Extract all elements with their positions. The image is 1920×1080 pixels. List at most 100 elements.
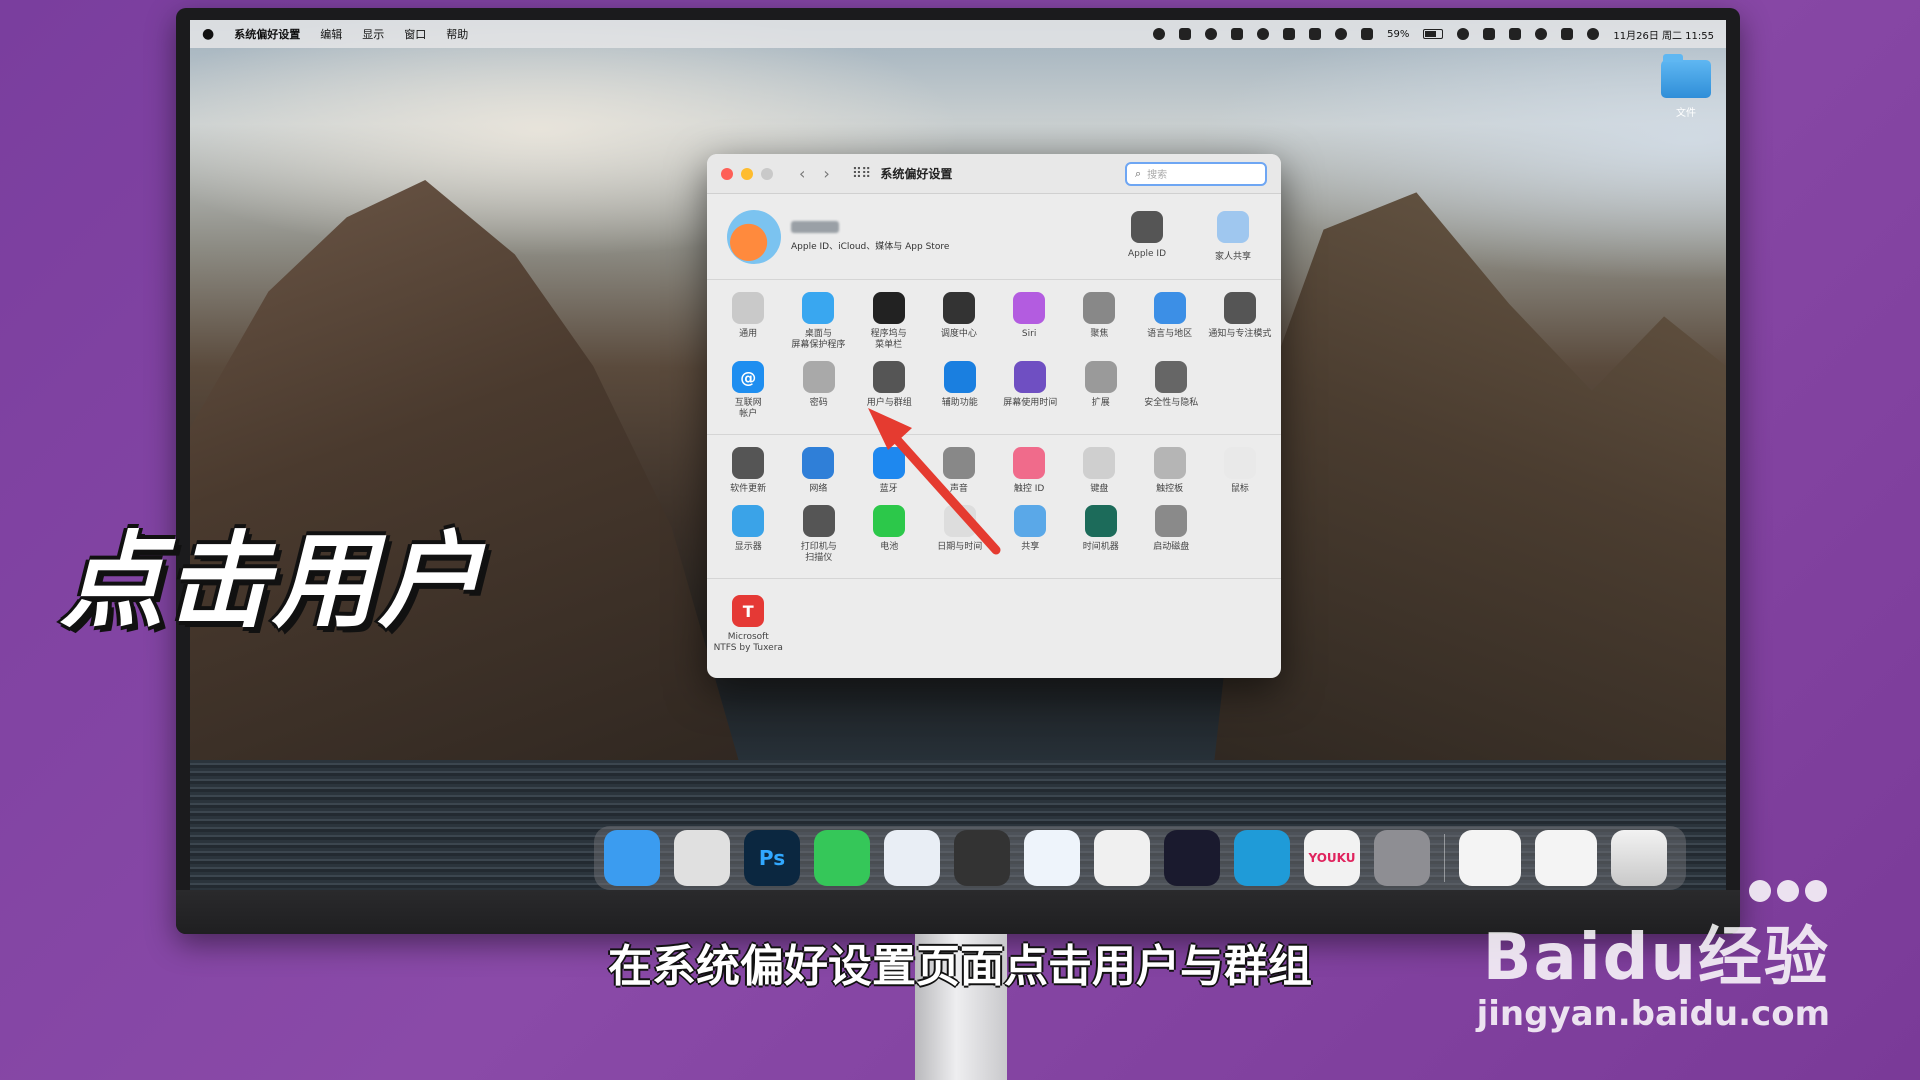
input-method-icon[interactable] <box>1509 28 1522 40</box>
status-app-icon[interactable] <box>1179 28 1192 40</box>
pref-item[interactable]: 辅助功能 <box>925 359 996 420</box>
search-field[interactable]: ⌕ 搜索 <box>1125 161 1267 186</box>
desktop-folder[interactable]: 文件 <box>1656 54 1716 119</box>
dock-photoshop-icon[interactable]: Ps <box>744 830 800 886</box>
alert-icon[interactable] <box>1283 28 1296 40</box>
dock-system-preferences-icon[interactable] <box>1374 830 1430 886</box>
dock-finder-icon[interactable] <box>604 830 660 886</box>
hourglass-icon <box>1014 361 1047 393</box>
apple-id-item[interactable]: Apple ID <box>1119 211 1175 262</box>
user-status-icon[interactable] <box>1335 28 1348 40</box>
notification-icon[interactable] <box>1205 28 1218 40</box>
pref-item[interactable]: 启动磁盘 <box>1136 503 1207 564</box>
menu-help[interactable]: 帮助 <box>446 26 468 42</box>
prefs-section-hardware: 软件更新 网络 蓝牙 声音 触控 ID 键盘 触控板 鼠标显示器 打印机与 扫描仪 电池 日期与时间… <box>707 435 1281 579</box>
siri-menu-icon[interactable] <box>1587 28 1600 40</box>
menu-view[interactable]: 显示 <box>362 26 384 42</box>
dock-launchpad-icon[interactable] <box>674 830 730 886</box>
general-icon <box>732 292 765 324</box>
pref-item[interactable]: 共享 <box>995 503 1066 564</box>
pref-item[interactable]: 电池 <box>854 503 925 564</box>
pref-item[interactable]: 时间机器 <box>1066 503 1137 564</box>
pref-item[interactable]: 用户与群组 <box>854 359 925 420</box>
pref-item[interactable]: 桌面与 屏幕保护程序 <box>783 290 853 351</box>
spotlight-menu-icon[interactable] <box>1535 28 1548 40</box>
pref-item[interactable]: 语言与地区 <box>1135 290 1205 351</box>
minimize-button[interactable] <box>741 167 753 180</box>
pref-label: 屏幕使用时间 <box>1003 398 1058 408</box>
pref-item[interactable]: 日期与时间 <box>925 503 996 564</box>
at-icon: @ <box>732 361 765 393</box>
pref-item[interactable]: 网络 <box>783 445 853 495</box>
pref-item[interactable]: Siri <box>994 290 1064 351</box>
pref-label: 电池 <box>880 542 899 552</box>
pref-item[interactable]: 程序坞与 菜单栏 <box>854 290 924 351</box>
pref-label: 显示器 <box>734 542 762 552</box>
menu-edit[interactable]: 编辑 <box>320 26 342 42</box>
menu-window[interactable]: 窗口 <box>404 26 426 42</box>
disk-icon <box>1155 505 1188 537</box>
pref-item[interactable]: 软件更新 <box>713 445 783 495</box>
dock-quicktime-icon[interactable] <box>954 830 1010 886</box>
pref-item[interactable]: 调度中心 <box>924 290 994 351</box>
account-section[interactable]: Apple ID、iCloud、媒体与 App Store Apple ID 家人… <box>707 194 1281 280</box>
dock-trash-icon[interactable] <box>1611 830 1667 886</box>
show-all-grid-icon[interactable]: ⠿⠿ <box>852 166 871 182</box>
pref-item[interactable]: 触控板 <box>1135 445 1205 495</box>
cloud-icon[interactable] <box>1231 28 1244 40</box>
pref-item[interactable]: 显示器 <box>713 503 784 564</box>
close-button[interactable] <box>721 167 733 180</box>
status-ring-icon[interactable] <box>1257 28 1270 40</box>
dock-qq-icon[interactable] <box>1094 830 1150 886</box>
pref-item-tuxera[interactable]: T Microsoft NTFS by Tuxera <box>713 593 784 654</box>
avatar[interactable] <box>727 209 781 264</box>
pref-item[interactable]: 蓝牙 <box>854 445 924 495</box>
dock-recent-window-2[interactable] <box>1535 830 1597 886</box>
pref-item[interactable]: 触控 ID <box>994 445 1064 495</box>
pref-item[interactable]: 通用 <box>713 290 783 351</box>
record-icon[interactable] <box>1153 28 1166 40</box>
pref-item[interactable]: 声音 <box>924 445 994 495</box>
apple-menu-icon[interactable]: ● <box>202 26 214 42</box>
pref-item[interactable]: 屏幕使用时间 <box>995 359 1066 420</box>
pref-item[interactable]: 安全性与隐私 <box>1136 359 1207 420</box>
zoom-button[interactable] <box>761 167 773 180</box>
menu-clock[interactable]: 11月26日 周二 11:55 <box>1613 27 1714 42</box>
prefs-section-personal: 通用 桌面与 屏幕保护程序 程序坞与 菜单栏 调度中心 Siri 聚焦 语言与地区 通知与专注… <box>707 280 1281 435</box>
account-name-blurred <box>791 221 839 233</box>
window-titlebar: ‹ › ⠿⠿ 系统偏好设置 ⌕ 搜索 <box>707 154 1281 194</box>
family-sharing-item[interactable]: 家人共享 <box>1205 211 1261 262</box>
dock-messages-icon[interactable] <box>814 830 870 886</box>
dock-safari-icon[interactable] <box>884 830 940 886</box>
bluetooth-icon <box>872 447 905 479</box>
dock-recent-window-1[interactable] <box>1459 830 1521 886</box>
dock-edge-icon[interactable] <box>1234 830 1290 886</box>
dock-youku-icon[interactable]: YOUKU <box>1304 830 1360 886</box>
pref-item[interactable]: @ 互联网 帐户 <box>713 359 784 420</box>
keyboard-icon <box>1083 447 1116 479</box>
pref-row: T Microsoft NTFS by Tuxera <box>713 593 1275 654</box>
wifi-icon[interactable] <box>1457 28 1470 40</box>
pref-item[interactable]: 通知与专注模式 <box>1205 290 1275 351</box>
battery-status-icon[interactable] <box>1423 29 1444 39</box>
back-chevron-icon[interactable]: ‹ <box>799 164 805 183</box>
menu-app-name[interactable]: 系统偏好设置 <box>234 26 300 42</box>
house-icon <box>1155 361 1188 393</box>
pref-item[interactable]: 打印机与 扫描仪 <box>784 503 855 564</box>
forward-chevron-icon[interactable]: › <box>823 164 829 183</box>
bluetooth-status-icon[interactable] <box>1361 28 1374 40</box>
control-icon[interactable] <box>1483 28 1496 40</box>
dock-mail-icon[interactable] <box>1024 830 1080 886</box>
dock-video-player-icon[interactable] <box>1164 830 1220 886</box>
pref-item[interactable]: 扩展 <box>1066 359 1137 420</box>
watermark-url: jingyan.baidu.com <box>1476 994 1830 1034</box>
pref-item[interactable]: 鼠标 <box>1205 445 1275 495</box>
pref-label: 辅助功能 <box>941 398 978 408</box>
control-center-icon[interactable] <box>1561 28 1574 40</box>
lightning-icon[interactable] <box>1309 28 1322 40</box>
pref-item[interactable]: 键盘 <box>1064 445 1134 495</box>
overlay-headline: 点击用户 <box>60 520 485 642</box>
dock-separator <box>1444 834 1445 882</box>
pref-item[interactable]: 密码 <box>784 359 855 420</box>
pref-item[interactable]: 聚焦 <box>1064 290 1134 351</box>
